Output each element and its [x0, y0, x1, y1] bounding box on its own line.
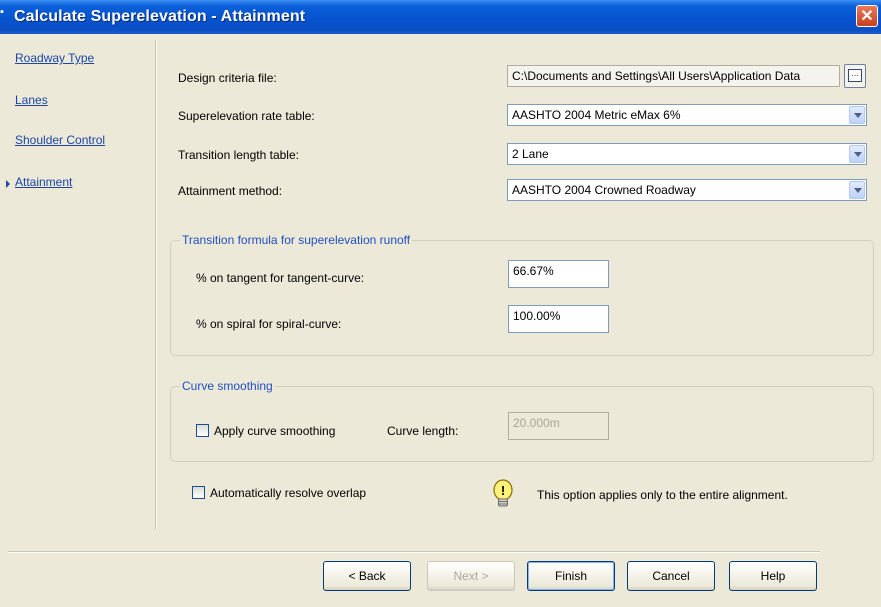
- ellipsis-icon: ...: [848, 69, 862, 82]
- apply-smoothing-label[interactable]: Apply curve smoothing: [214, 424, 335, 438]
- title-bar: ▪ Calculate Superelevation - Attainment …: [0, 0, 881, 34]
- wizard-nav: Roadway Type Lanes Shoulder Control Atta…: [0, 34, 155, 534]
- rate-table-label: Superelevation rate table:: [178, 109, 315, 123]
- nav-shoulder-control[interactable]: Shoulder Control: [15, 133, 105, 147]
- curve-length-input[interactable]: 20.000m: [508, 412, 609, 440]
- browse-button[interactable]: ...: [844, 64, 866, 88]
- transition-table-label: Transition length table:: [178, 148, 299, 162]
- attainment-method-value: AASHTO 2004 Crowned Roadway: [512, 183, 696, 197]
- back-button[interactable]: < Back: [323, 561, 411, 591]
- dialog-body: Roadway Type Lanes Shoulder Control Atta…: [0, 34, 881, 607]
- close-button[interactable]: ✕: [856, 5, 878, 27]
- resolve-overlap-checkbox[interactable]: [192, 486, 205, 499]
- transition-table-value: 2 Lane: [512, 147, 549, 161]
- info-text: This option applies only to the entire a…: [537, 488, 788, 502]
- curve-length-label: Curve length:: [387, 424, 459, 438]
- nav-attainment[interactable]: Attainment: [15, 175, 72, 189]
- rate-table-select[interactable]: AASHTO 2004 Metric eMax 6%: [507, 104, 867, 126]
- next-button[interactable]: Next >: [427, 561, 515, 591]
- spiral-label: % on spiral for spiral-curve:: [196, 317, 342, 331]
- spiral-input[interactable]: 100.00%: [508, 305, 609, 333]
- footer-divider: [8, 551, 820, 553]
- rate-table-value: AASHTO 2004 Metric eMax 6%: [512, 108, 681, 122]
- transition-table-select[interactable]: 2 Lane: [507, 143, 867, 165]
- attainment-method-label: Attainment method:: [178, 184, 283, 198]
- nav-divider: [155, 40, 157, 530]
- lightbulb-icon: !: [493, 479, 513, 507]
- resolve-overlap-label[interactable]: Automatically resolve overlap: [210, 486, 366, 500]
- tangent-input[interactable]: 66.67%: [508, 260, 609, 288]
- apply-smoothing-checkbox[interactable]: [196, 424, 209, 437]
- window-icon: ▪: [0, 6, 4, 18]
- svg-text:!: !: [501, 483, 505, 498]
- active-step-arrow-icon: [6, 180, 10, 188]
- chevron-down-icon[interactable]: [849, 106, 865, 124]
- window-title: Calculate Superelevation - Attainment: [14, 8, 306, 25]
- transition-formula-legend: Transition formula for superelevation ru…: [180, 233, 413, 247]
- attainment-method-select[interactable]: AASHTO 2004 Crowned Roadway: [507, 179, 867, 201]
- tangent-label: % on tangent for tangent-curve:: [196, 271, 365, 285]
- nav-lanes[interactable]: Lanes: [15, 93, 48, 107]
- chevron-down-icon[interactable]: [849, 181, 865, 199]
- design-criteria-field[interactable]: C:\Documents and Settings\All Users\Appl…: [507, 65, 840, 87]
- chevron-down-icon[interactable]: [849, 145, 865, 163]
- design-criteria-label: Design criteria file:: [178, 71, 277, 85]
- nav-roadway-type[interactable]: Roadway Type: [15, 51, 94, 65]
- curve-smoothing-legend: Curve smoothing: [180, 379, 275, 393]
- transition-formula-group: [170, 240, 874, 356]
- finish-button[interactable]: Finish: [527, 561, 615, 591]
- help-button[interactable]: Help: [729, 561, 817, 591]
- cancel-button[interactable]: Cancel: [627, 561, 715, 591]
